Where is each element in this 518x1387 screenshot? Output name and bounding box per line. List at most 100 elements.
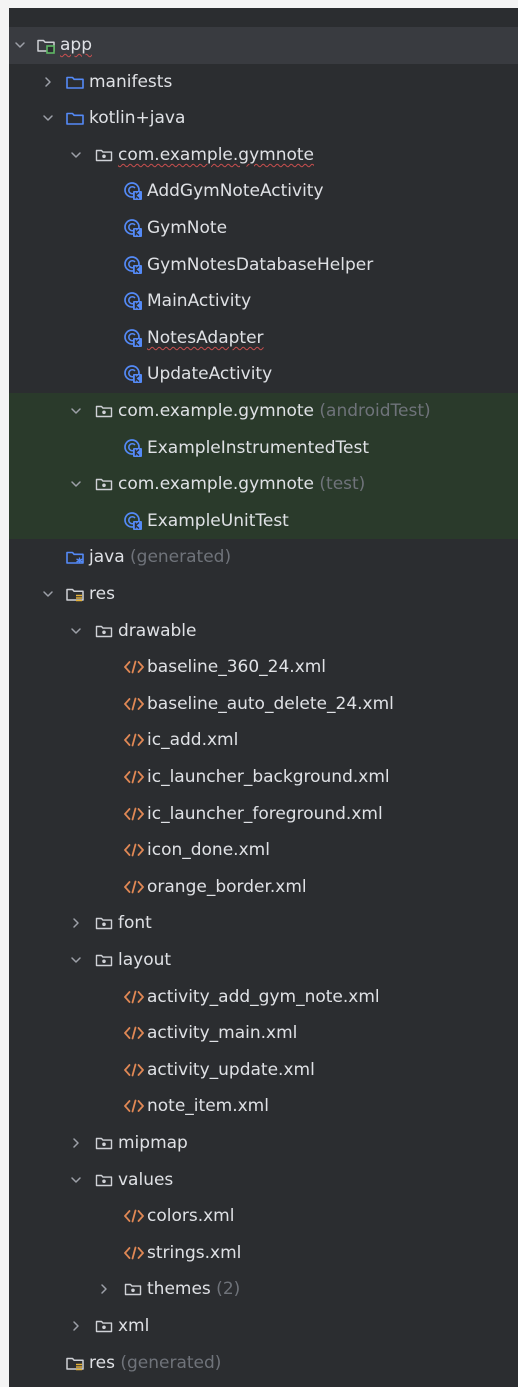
- tree-item-themes-2[interactable]: themes (2): [9, 1271, 518, 1308]
- tree-item-name: MainActivity: [147, 291, 252, 312]
- tree-item-name: layout: [118, 950, 172, 970]
- tree-item-label: GymNotesDatabaseHelper: [147, 247, 373, 284]
- package-icon: [94, 1308, 116, 1345]
- tree-item-res-generated[interactable]: res (generated): [9, 1345, 518, 1382]
- tree-item-label: res: [89, 576, 115, 613]
- tree-item-icon-done-xml[interactable]: icon_done.xml: [9, 832, 518, 869]
- xml-file-icon: [123, 796, 145, 833]
- tree-item-drawable[interactable]: drawable: [9, 613, 518, 650]
- tree-item-java-generated[interactable]: java (generated): [9, 539, 518, 576]
- kotlin-class-icon: [123, 356, 145, 393]
- kotlin-class-icon: [123, 503, 145, 540]
- tree-item-name: NotesAdapter: [147, 327, 264, 348]
- chevron-down-icon[interactable]: [68, 942, 84, 979]
- tree-item-name: ic_add.xml: [147, 730, 239, 751]
- tree-item-label: com.example.gymnote: [118, 137, 314, 174]
- package-icon: [123, 1271, 145, 1308]
- tree-item-mipmap[interactable]: mipmap: [9, 1125, 518, 1162]
- xml-file-icon: [123, 1235, 145, 1272]
- tree-item-name: mipmap: [118, 1133, 188, 1153]
- folder-icon: [65, 64, 87, 101]
- tree-item-updateactivity[interactable]: UpdateActivity: [9, 356, 518, 393]
- tree-item-layout[interactable]: layout: [9, 942, 518, 979]
- chevron-down-icon[interactable]: [68, 393, 84, 430]
- kotlin-class-icon: [123, 320, 145, 357]
- tree-item-colors-xml[interactable]: colors.xml: [9, 1198, 518, 1235]
- tree-item-com-example-gymnote-androidtest[interactable]: com.example.gymnote (androidTest): [9, 393, 518, 430]
- tree-item-label: baseline_auto_delete_24.xml: [147, 686, 394, 723]
- tree-item-name: AddGymNoteActivity: [147, 181, 324, 202]
- tree-item-activity-add-gym-note-xml[interactable]: activity_add_gym_note.xml: [9, 979, 518, 1016]
- tree-item-manifests[interactable]: manifests: [9, 64, 518, 101]
- chevron-down-icon[interactable]: [12, 27, 28, 64]
- chevron-down-icon[interactable]: [68, 466, 84, 503]
- chevron-down-icon[interactable]: [68, 1162, 84, 1199]
- tree-item-name: app: [60, 35, 92, 55]
- tree-item-label: xml: [118, 1308, 149, 1345]
- tree-item-strings-xml[interactable]: strings.xml: [9, 1235, 518, 1272]
- tree-item-label: layout: [118, 942, 171, 979]
- chevron-right-icon[interactable]: [68, 1308, 84, 1345]
- xml-file-icon: [123, 1198, 145, 1235]
- tree-item-gymnote[interactable]: GymNote: [9, 210, 518, 247]
- kotlin-class-icon: [123, 283, 145, 320]
- kotlin-class-icon: [123, 210, 145, 247]
- chevron-down-icon[interactable]: [40, 100, 56, 137]
- tree-item-com-example-gymnote-test[interactable]: com.example.gymnote (test): [9, 466, 518, 503]
- resource-folder-icon: [65, 1345, 87, 1382]
- chevron-right-icon[interactable]: [96, 1271, 112, 1308]
- tree-item-xml[interactable]: xml: [9, 1308, 518, 1345]
- tree-item-name: GymNote: [147, 218, 228, 238]
- tree-item-kotlin-java[interactable]: kotlin+java: [9, 100, 518, 137]
- tree-item-note-item-xml[interactable]: note_item.xml: [9, 1088, 518, 1125]
- xml-file-icon: [123, 832, 145, 869]
- tree-item-label: ic_launcher_background.xml: [147, 759, 390, 796]
- kotlin-class-icon: [123, 430, 145, 467]
- tree-item-label: themes (2): [147, 1271, 240, 1308]
- chevron-down-icon[interactable]: [40, 576, 56, 613]
- chevron-down-icon[interactable]: [68, 613, 84, 650]
- tree-item-ic-launcher-foreground-xml[interactable]: ic_launcher_foreground.xml: [9, 796, 518, 833]
- tree-item-name: com.example.gymnote: [118, 144, 314, 165]
- tree-item-app[interactable]: app: [9, 27, 518, 64]
- tree-item-ic-launcher-background-xml[interactable]: ic_launcher_background.xml: [9, 759, 518, 796]
- tree-item-baseline-360-24-xml[interactable]: baseline_360_24.xml: [9, 649, 518, 686]
- kotlin-class-icon: [123, 247, 145, 284]
- tree-item-label: activity_add_gym_note.xml: [147, 979, 380, 1016]
- chevron-right-icon[interactable]: [40, 64, 56, 101]
- tree-item-values[interactable]: values: [9, 1162, 518, 1199]
- tree-item-name: baseline_auto_delete_24.xml: [147, 693, 394, 714]
- tree-item-label: MainActivity: [147, 283, 251, 320]
- tree-item-com-example-gymnote[interactable]: com.example.gymnote: [9, 137, 518, 174]
- tree-item-name: strings.xml: [147, 1242, 242, 1263]
- tree-item-name: ic_launcher_foreground.xml: [147, 803, 383, 824]
- tree-item-addgymnoteactivity[interactable]: AddGymNoteActivity: [9, 173, 518, 210]
- tree-item-name: xml: [118, 1316, 150, 1336]
- tree-item-notesadapter[interactable]: NotesAdapter: [9, 320, 518, 357]
- package-icon: [94, 1125, 116, 1162]
- tree-item-baseline-auto-delete-24-xml[interactable]: baseline_auto_delete_24.xml: [9, 686, 518, 723]
- chevron-right-icon[interactable]: [68, 1125, 84, 1162]
- chevron-down-icon[interactable]: [68, 137, 84, 174]
- tree-item-name: icon_done.xml: [147, 840, 270, 861]
- tree-item-label: orange_border.xml: [147, 869, 307, 906]
- tree-item-exampleinstrumentedtest[interactable]: ExampleInstrumentedTest: [9, 429, 518, 467]
- tree-item-activity-main-xml[interactable]: activity_main.xml: [9, 1015, 518, 1052]
- tree-item-label: NotesAdapter: [147, 320, 264, 357]
- tree-item-activity-update-xml[interactable]: activity_update.xml: [9, 1052, 518, 1089]
- tree-item-name: ExampleInstrumentedTest: [147, 437, 370, 458]
- tree-item-mainactivity[interactable]: MainActivity: [9, 283, 518, 320]
- tree-item-name: ic_launcher_background.xml: [147, 767, 390, 787]
- tree-item-gymnotesdatabasehelper[interactable]: GymNotesDatabaseHelper: [9, 247, 518, 284]
- tree-item-ic-add-xml[interactable]: ic_add.xml: [9, 722, 518, 759]
- chevron-right-icon[interactable]: [68, 905, 84, 942]
- tree-item-res[interactable]: res: [9, 576, 518, 613]
- tree-item-label: app: [60, 27, 92, 64]
- tree-item-suffix: (androidTest): [314, 401, 431, 421]
- tree-item-orange-border-xml[interactable]: orange_border.xml: [9, 869, 518, 906]
- tree-item-font[interactable]: font: [9, 905, 518, 942]
- tree-item-exampleunittest[interactable]: ExampleUnitTest: [9, 502, 518, 540]
- tree-item-label: mipmap: [118, 1125, 188, 1162]
- tree-item-name: colors.xml: [147, 1206, 235, 1227]
- tree-item-label: ExampleUnitTest: [147, 503, 289, 540]
